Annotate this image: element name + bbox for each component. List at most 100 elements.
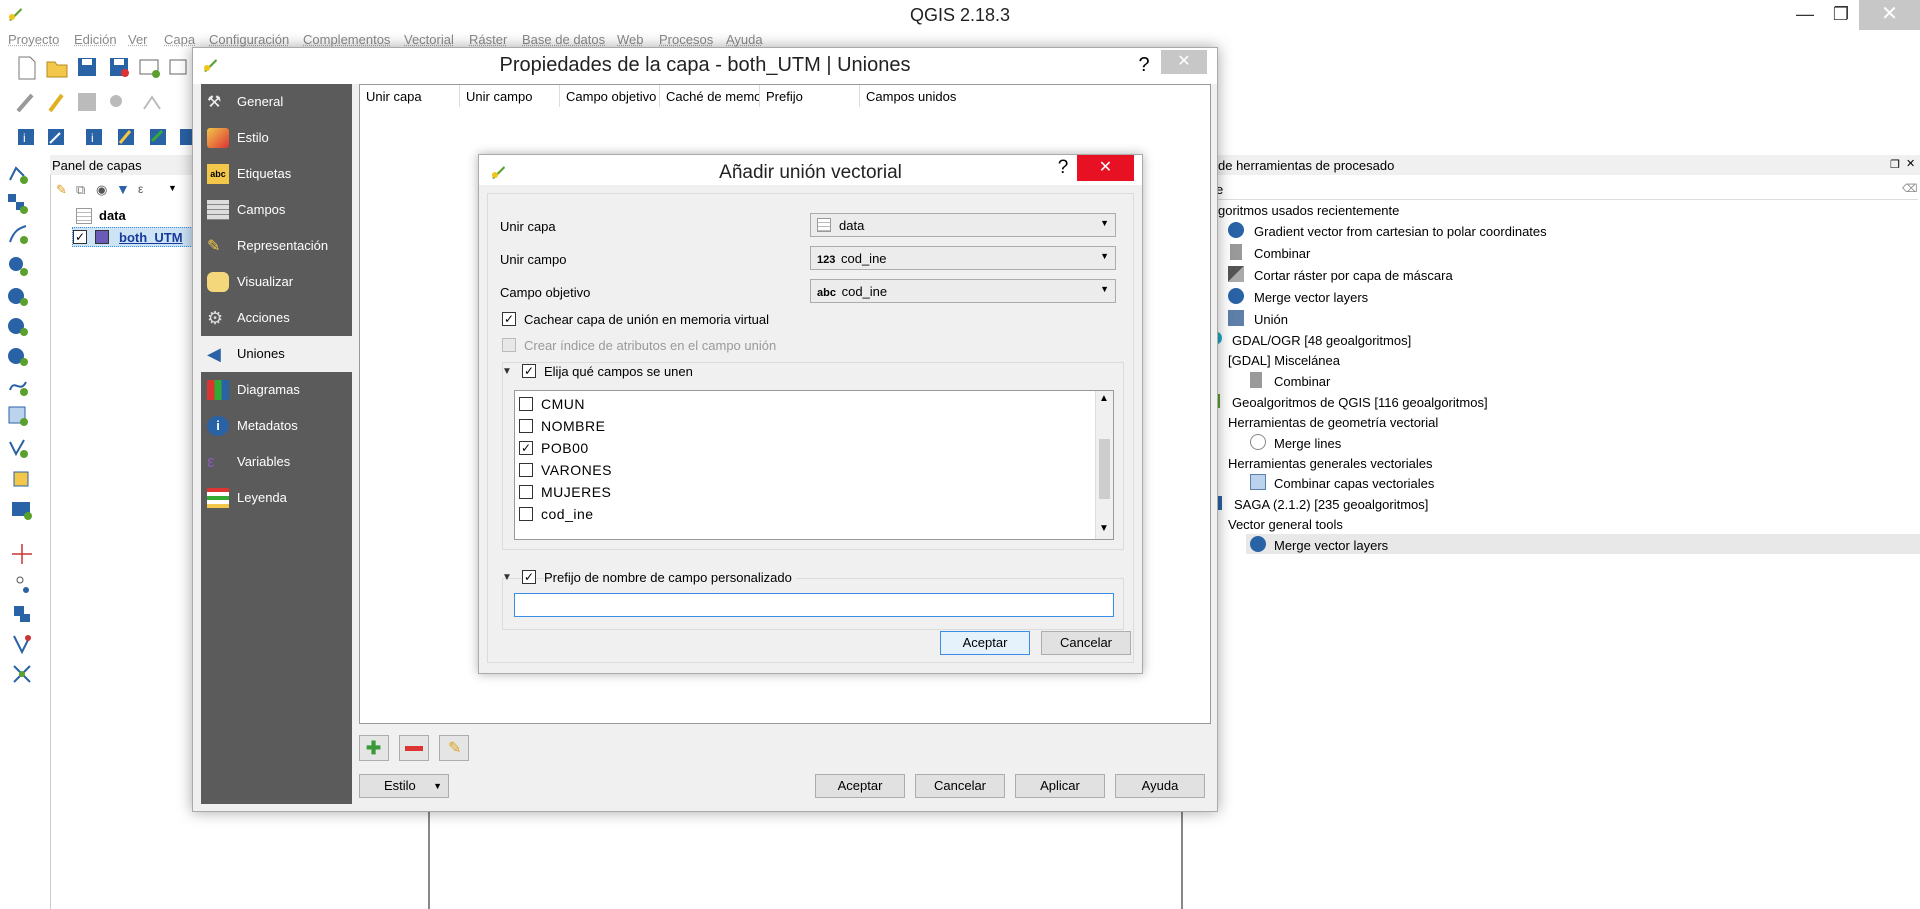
nav-general[interactable]: ⚒ General — [201, 84, 352, 120]
field-checkbox[interactable]: ✓ — [519, 441, 533, 455]
statistics-icon[interactable] — [146, 125, 170, 149]
menu-web[interactable]: Web — [617, 32, 644, 47]
add-raster-layer-icon[interactable] — [6, 192, 30, 216]
add-join-button[interactable]: ✚ — [359, 735, 389, 761]
scroll-up-icon[interactable]: ▲ — [1099, 393, 1109, 404]
move-feature-icon[interactable] — [140, 91, 164, 115]
tree-item[interactable]: Cortar ráster por capa de máscara — [1254, 268, 1453, 283]
list-item[interactable]: ✓ POB00 — [515, 437, 1093, 459]
tree-item[interactable]: Combinar capas vectoriales — [1274, 476, 1434, 491]
nav-etiquetas[interactable]: abc Etiquetas — [201, 156, 352, 192]
nav-estilo[interactable]: Estilo — [201, 120, 352, 156]
chevron-down-icon[interactable]: ▼ — [168, 183, 177, 193]
tree-subgroup[interactable]: Vector general tools — [1228, 517, 1343, 532]
list-item[interactable]: CMUN — [515, 393, 1093, 415]
cache-checkbox[interactable]: ✓ — [502, 312, 516, 326]
column-header[interactable]: Campos unidos — [860, 85, 1210, 107]
menu-vectorial[interactable]: Vectorial — [404, 32, 454, 47]
remove-join-button[interactable] — [399, 735, 429, 761]
add-feature-icon[interactable] — [106, 91, 130, 115]
target-field-select[interactable]: abc cod_ine ▼ — [810, 279, 1116, 303]
edit-join-button[interactable]: ✎ — [439, 735, 469, 761]
menu-base-de-datos[interactable]: Base de datos — [522, 32, 605, 47]
tree-group-gdal[interactable]: GDAL/OGR [48 geoalgoritmos] — [1232, 333, 1411, 348]
list-item[interactable]: VARONES — [515, 459, 1093, 481]
nav-diagramas[interactable]: Diagramas — [201, 372, 352, 408]
add-delimited-text-icon[interactable] — [6, 222, 30, 246]
open-project-icon[interactable] — [45, 56, 69, 80]
list-scrollbar[interactable]: ▲ ▼ — [1095, 391, 1113, 539]
split-features-icon[interactable] — [10, 662, 34, 686]
tree-group-saga[interactable]: SAGA (2.1.2) [235 geoalgoritmos] — [1234, 497, 1428, 512]
save-project-icon[interactable] — [76, 56, 100, 80]
layer-visibility-checkbox[interactable]: ✓ — [73, 230, 87, 244]
toggle-editing-icon[interactable] — [14, 91, 38, 115]
tree-group-recent[interactable]: goritmos usados recientemente — [1218, 203, 1399, 218]
join-field-select[interactable]: 123 cod_ine ▼ — [810, 246, 1116, 270]
index-checkbox[interactable] — [502, 338, 516, 352]
nav-acciones[interactable]: ⚙ Acciones — [201, 300, 352, 336]
close-panel-icon[interactable]: ✕ — [1906, 157, 1915, 170]
collapse-triangle-icon[interactable]: ▼ — [502, 366, 512, 377]
new-project-icon[interactable] — [16, 56, 40, 80]
add-group-icon[interactable]: ⧉ — [76, 182, 85, 198]
column-header[interactable]: Caché de memo — [660, 85, 760, 107]
list-item[interactable]: MUJERES — [515, 481, 1093, 503]
add-wfs-icon[interactable] — [6, 344, 30, 368]
aj-cancel-button[interactable]: Cancelar — [1041, 631, 1131, 655]
advanced-digitizing-icon[interactable] — [10, 542, 34, 566]
field-checkbox[interactable] — [519, 463, 533, 477]
menu-raster[interactable]: Ráster — [469, 32, 507, 47]
new-temporary-layer-icon[interactable] — [10, 468, 34, 492]
accept-button[interactable]: Aceptar — [815, 774, 905, 798]
menu-capa[interactable]: Capa — [164, 32, 195, 47]
style-dropdown-button[interactable]: Estilo ▼ — [359, 774, 449, 798]
cancel-button[interactable]: Cancelar — [915, 774, 1005, 798]
menu-edicion[interactable]: Edición — [74, 32, 117, 47]
field-checkbox[interactable] — [519, 419, 533, 433]
field-checkbox[interactable] — [519, 397, 533, 411]
field-checkbox[interactable] — [519, 507, 533, 521]
help-button[interactable]: Ayuda — [1115, 774, 1205, 798]
node-tool-icon[interactable] — [10, 572, 34, 596]
list-item[interactable]: cod_ine — [515, 503, 1093, 525]
style-manager-icon[interactable]: ✎ — [56, 182, 67, 198]
nav-visualizar[interactable]: Visualizar — [201, 264, 352, 300]
column-header[interactable]: Unir capa — [360, 85, 460, 107]
add-spatialite-icon[interactable] — [6, 284, 30, 308]
menu-ver[interactable]: Ver — [128, 32, 148, 47]
menu-ayuda[interactable]: Ayuda — [726, 32, 763, 47]
tree-item[interactable]: Combinar — [1274, 374, 1330, 389]
tree-subgroup[interactable]: Herramientas de geometría vectorial — [1228, 415, 1438, 430]
tree-item[interactable]: Merge lines — [1274, 436, 1341, 451]
processing-search-input[interactable]: e ⌫ — [1212, 180, 1918, 200]
nav-campos[interactable]: Campos — [201, 192, 352, 228]
reshape-icon[interactable] — [10, 602, 34, 626]
filter-expression-icon[interactable]: ε — [138, 182, 143, 196]
scroll-down-icon[interactable]: ▼ — [1099, 523, 1109, 534]
layer-tree-item[interactable]: data — [72, 206, 195, 226]
filter-icon[interactable]: ▼ — [116, 181, 130, 197]
choose-fields-checkbox[interactable]: ✓ — [522, 364, 536, 378]
print-composer-icon[interactable] — [138, 56, 162, 80]
field-calculator-icon[interactable] — [114, 125, 138, 149]
pencil-icon[interactable] — [44, 91, 68, 115]
help-icon[interactable]: ? — [1129, 51, 1159, 81]
help-icon[interactable]: ? — [1051, 157, 1075, 179]
composer-manager-icon[interactable] — [168, 56, 192, 80]
tree-item[interactable]: Combinar — [1254, 246, 1310, 261]
attribute-table-icon[interactable]: i — [82, 125, 106, 149]
list-item[interactable]: NOMBRE — [515, 415, 1093, 437]
tree-subgroup[interactable]: Herramientas generales vectoriales — [1228, 456, 1432, 471]
column-header[interactable]: Campo objetivo — [560, 85, 660, 107]
add-wms-icon[interactable] — [6, 314, 30, 338]
layer-tree-item[interactable]: ✓ both_UTM — [72, 227, 195, 247]
save-as-icon[interactable] — [108, 56, 132, 80]
tree-item[interactable]: Merge vector layers — [1254, 290, 1368, 305]
add-wcs-icon[interactable] — [6, 374, 30, 398]
scrollbar-thumb[interactable] — [1099, 439, 1110, 499]
join-layer-select[interactable]: data ▼ — [810, 213, 1116, 237]
tree-item[interactable]: Unión — [1254, 312, 1288, 327]
column-header[interactable]: Unir campo — [460, 85, 560, 107]
menu-proyecto[interactable]: Proyecto — [8, 32, 59, 47]
